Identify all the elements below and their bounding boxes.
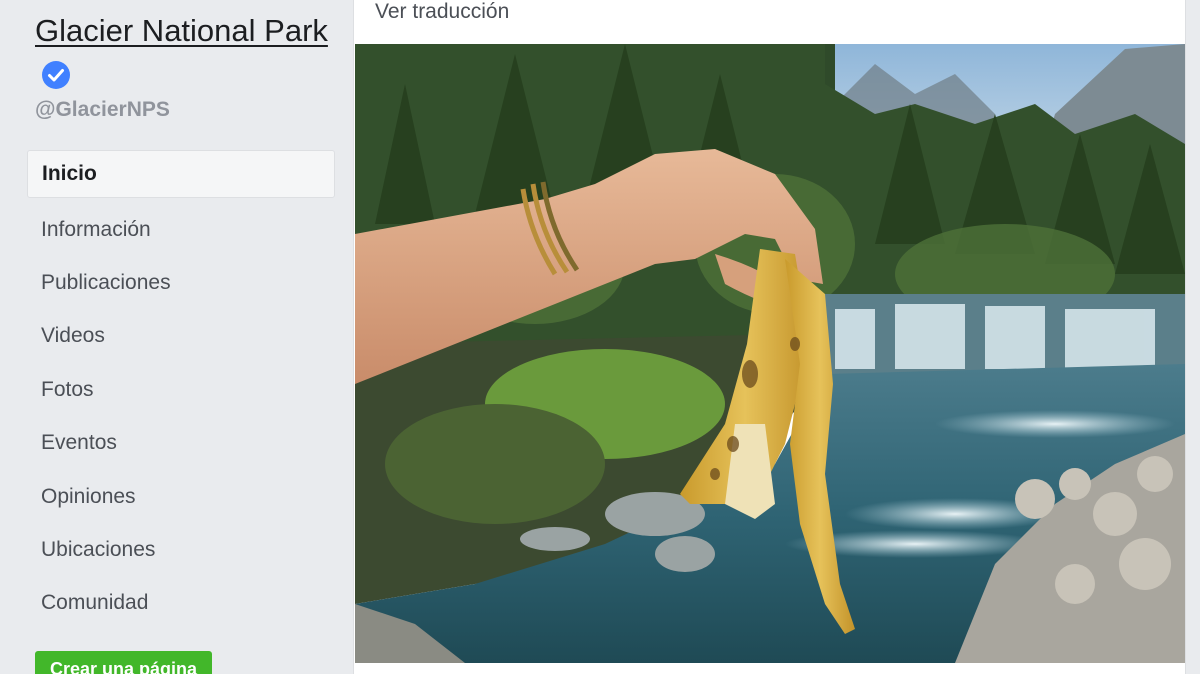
post-photo[interactable] (355, 44, 1185, 663)
right-gutter (1187, 0, 1200, 674)
page-title-link[interactable]: Glacier National Park (35, 8, 335, 98)
nav-item-informacion[interactable]: Información (27, 203, 335, 256)
post-card: Ver traducción (353, 0, 1186, 674)
page-handle: @GlacierNPS (35, 98, 170, 121)
see-translation-link[interactable]: Ver traducción (375, 0, 509, 24)
nav-item-opiniones[interactable]: Opiniones (27, 470, 335, 523)
page-sidebar: Glacier National Park @GlacierNPS Inicio… (0, 0, 352, 674)
page: Glacier National Park @GlacierNPS Inicio… (0, 0, 1200, 674)
nav-item-eventos[interactable]: Eventos (27, 417, 335, 470)
nav-item-publicaciones[interactable]: Publicaciones (27, 256, 335, 309)
nav-item-inicio[interactable]: Inicio (27, 150, 335, 198)
verified-badge-icon (42, 60, 70, 89)
nav-item-ubicaciones[interactable]: Ubicaciones (27, 523, 335, 576)
nav-item-fotos[interactable]: Fotos (27, 363, 335, 416)
page-nav: Inicio Información Publicaciones Videos … (27, 150, 335, 630)
create-page-button[interactable]: Crear una página (35, 651, 213, 674)
page-title: Glacier National Park (35, 13, 328, 48)
nav-item-comunidad[interactable]: Comunidad (27, 577, 335, 630)
nav-item-videos[interactable]: Videos (27, 310, 335, 363)
